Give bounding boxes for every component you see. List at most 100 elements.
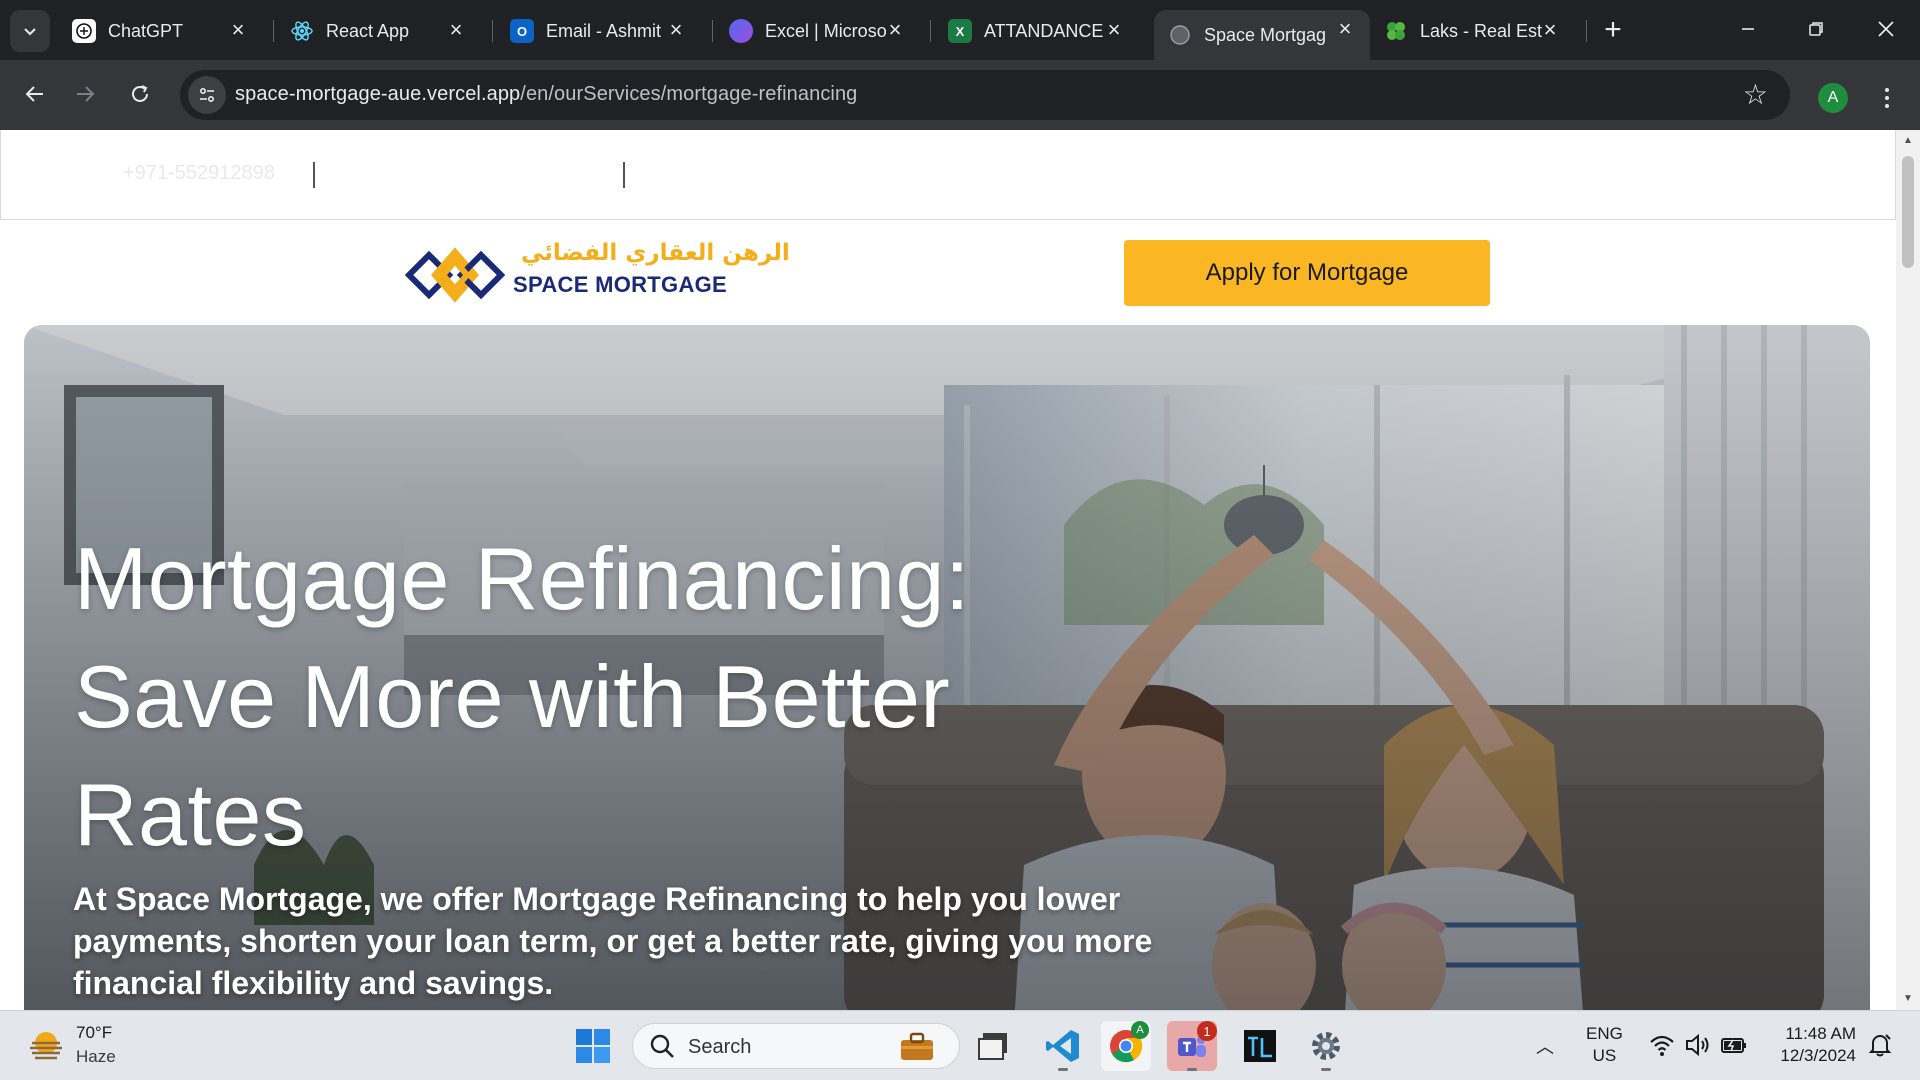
chevron-down-icon [24, 28, 36, 36]
hero-description: At Space Mortgage, we offer Mortgage Ref… [73, 881, 1153, 1001]
scrollbar-thumb[interactable] [1902, 156, 1914, 268]
teams-taskbar-button[interactable]: 1 [1167, 1021, 1217, 1071]
minimize-button[interactable] [1714, 0, 1782, 58]
vscode-taskbar-button[interactable] [1038, 1021, 1088, 1071]
tab-label: ChatGPT [108, 20, 184, 41]
volume-icon[interactable] [1684, 1031, 1712, 1059]
windows-logo-icon [576, 1029, 610, 1063]
chrome-taskbar-button[interactable]: A [1101, 1021, 1151, 1071]
start-button[interactable] [568, 1021, 618, 1071]
browser-toolbar: space-mortgage-aue.vercel.app/en/ourServ… [0, 60, 1920, 130]
phone-number[interactable]: +971-552912898 [123, 162, 275, 185]
battery-charging-icon[interactable] [1720, 1031, 1748, 1059]
chrome-profile-badge: A [1131, 1021, 1149, 1039]
tab-chatgpt[interactable]: ChatGPT × [58, 12, 263, 50]
tab-label: Email - Ashmit [546, 20, 662, 41]
reload-button[interactable] [118, 72, 162, 116]
url-path: /en/ourServices/mortgage-refinancing [520, 83, 858, 105]
tab-email[interactable]: O Email - Ashmit × [496, 12, 701, 50]
close-tab-icon[interactable]: × [1539, 17, 1561, 42]
close-icon [1878, 21, 1894, 37]
wifi-icon[interactable] [1648, 1031, 1676, 1059]
minimize-icon [1742, 28, 1754, 30]
logo-english-text: SPACE MORTGAGE [513, 272, 728, 297]
weather-temperature[interactable]: 70°F [76, 1023, 112, 1043]
notification-bell-icon[interactable] [1866, 1031, 1894, 1059]
tl-app-taskbar-button[interactable] [1235, 1021, 1285, 1071]
tab-react-app[interactable]: React App × [276, 12, 481, 50]
show-hidden-icons-icon[interactable]: ︿ [1536, 1033, 1554, 1059]
close-tab-icon[interactable]: × [1334, 16, 1356, 41]
restore-icon [1809, 22, 1823, 36]
tab-label: Space Mortgag [1204, 24, 1326, 45]
tab-attendance[interactable]: X ATTANDANCE × [934, 12, 1139, 50]
site-info-button[interactable] [188, 76, 226, 114]
taskbar-search[interactable]: Search [632, 1023, 960, 1069]
copilot-icon [729, 19, 753, 43]
close-tab-icon[interactable]: × [1103, 17, 1125, 42]
hero-title: Mortgage Refinancing: Save More with Bet… [74, 520, 1074, 874]
tab-separator [273, 20, 274, 42]
restore-button[interactable] [1782, 0, 1850, 58]
hero-banner: Mortgage Refinancing: Save More with Bet… [24, 325, 1870, 1010]
back-button[interactable] [12, 72, 56, 116]
tab-separator [712, 20, 713, 42]
page-scrollbar[interactable]: ▲ ▼ [1896, 130, 1920, 1010]
close-tab-icon[interactable]: × [665, 17, 687, 42]
react-icon [290, 19, 314, 43]
task-view-icon [978, 1033, 1007, 1060]
close-tab-icon[interactable]: × [445, 17, 467, 42]
scroll-down-icon[interactable]: ▼ [1902, 992, 1914, 1004]
close-tab-icon[interactable]: × [227, 17, 249, 42]
settings-taskbar-button[interactable] [1301, 1021, 1351, 1071]
tab-excel[interactable]: Excel | Microso × [715, 12, 920, 50]
tl-app-icon [1244, 1030, 1276, 1062]
tab-label: Excel | Microso [765, 20, 887, 41]
language-line-1: ENG [1586, 1024, 1623, 1043]
new-tab-button[interactable]: + [1595, 12, 1631, 48]
task-view-button[interactable] [968, 1021, 1018, 1071]
briefcase-icon [901, 1032, 933, 1060]
excel-icon: X [948, 19, 972, 43]
language-indicator[interactable]: ENG US [1586, 1023, 1623, 1067]
topbar-divider [623, 162, 625, 188]
profile-avatar[interactable]: A [1818, 83, 1848, 113]
tab-label: React App [326, 20, 410, 41]
site-header: الرهن العقاري الفضائي SPACE MORTGAGE [0, 220, 1896, 328]
close-window-button[interactable] [1852, 0, 1920, 58]
clock-time: 11:48 AM [1785, 1024, 1856, 1043]
hero-title-line-1: Mortgage Refinancing: [74, 529, 970, 628]
hero-title-line-2: Save More with Better [74, 647, 951, 746]
topbar-divider [313, 162, 315, 188]
arrow-left-icon [25, 86, 43, 102]
tab-separator [492, 20, 493, 42]
forward-button[interactable] [64, 72, 108, 116]
tab-separator [930, 20, 931, 42]
tab-label: ATTANDANCE [984, 20, 1104, 41]
apply-for-mortgage-button[interactable]: Apply for Mortgage [1124, 240, 1490, 306]
teams-notification-badge: 1 [1197, 1021, 1217, 1041]
outlook-icon: O [510, 19, 534, 43]
url-domain: space-mortgage-aue.vercel.app [235, 83, 521, 105]
tab-search-button[interactable] [10, 10, 50, 52]
haze-weather-icon[interactable] [28, 1029, 64, 1061]
weather-description[interactable]: Haze [76, 1047, 116, 1067]
address-bar[interactable]: space-mortgage-aue.vercel.app/en/ourServ… [180, 70, 1790, 120]
page-viewport: +971-552912898 الرهن العقاري الفضائي SPA… [0, 130, 1920, 1010]
tab-laks-real-estate[interactable]: Laks - Real Est × [1370, 12, 1575, 50]
globe-icon [1168, 23, 1192, 47]
tune-icon [199, 87, 215, 103]
url-text[interactable]: space-mortgage-aue.vercel.app/en/ourServ… [235, 83, 857, 106]
system-clock[interactable]: 11:48 AM 12/3/2024 [1770, 1023, 1856, 1067]
search-label: Search [688, 1036, 752, 1058]
scroll-up-icon[interactable]: ▲ [1902, 134, 1914, 146]
logo-mark-icon [405, 247, 505, 303]
hero-title-line-3: Rates [74, 765, 307, 864]
bookmark-star-icon[interactable]: ☆ [1743, 78, 1768, 111]
browser-menu-icon[interactable] [1872, 80, 1902, 116]
contact-topbar: +971-552912898 [0, 130, 1896, 220]
space-mortgage-logo[interactable]: الرهن العقاري الفضائي SPACE MORTGAGE [405, 238, 790, 312]
gear-icon [1312, 1032, 1340, 1060]
close-tab-icon[interactable]: × [884, 17, 906, 42]
tab-space-mortgage[interactable]: Space Mortgag × [1154, 10, 1370, 60]
